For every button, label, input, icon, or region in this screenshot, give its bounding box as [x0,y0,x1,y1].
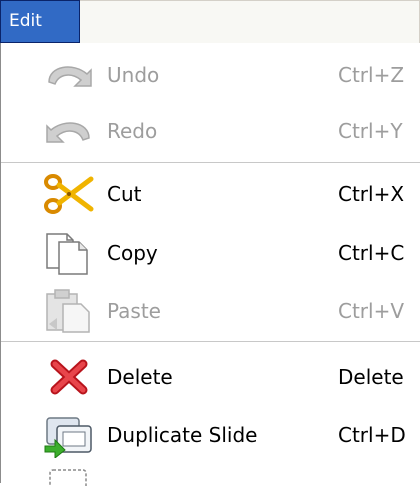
paste-icon [46,289,90,333]
menu-item-shortcut: Delete [338,365,404,389]
duplicate-slide-icon [44,417,92,458]
menu-bar: Edit [0,0,420,44]
edit-menu-dropdown: Undo Ctrl+Z Redo Ctrl+Y Cut Ctrl+X Copy [0,43,420,486]
menu-item-shortcut: Ctrl+Z [338,63,405,87]
menu-item-copy[interactable]: Copy Ctrl+C [1,225,420,281]
menu-item-label: Redo [107,119,158,143]
menu-item-shortcut: Ctrl+V [338,299,405,323]
menu-item-undo[interactable]: Undo Ctrl+Z [1,47,420,103]
menu-item-paste[interactable]: Paste Ctrl+V [1,283,420,339]
redo-icon [46,122,90,143]
menu-item-shortcut: Ctrl+X [338,182,405,206]
menu-item-label: Cut [107,182,142,206]
menu-item-label: Duplicate Slide [107,423,258,447]
menu-item-label: Delete [107,365,173,389]
next-item-icon-partial [49,469,87,486]
menu-item-cut[interactable]: Cut Ctrl+X [1,166,420,222]
copy-icon [46,233,88,275]
menu-item-shortcut: Ctrl+C [338,241,405,265]
edit-menu-title[interactable]: Edit [0,0,80,43]
menu-item-delete[interactable]: Delete Delete [1,349,420,405]
menu-item-redo[interactable]: Redo Ctrl+Y [1,103,420,159]
menu-item-shortcut: Ctrl+D [338,423,406,447]
menu-item-label: Copy [107,241,158,265]
menu-item-duplicate-slide[interactable]: Duplicate Slide Ctrl+D [1,407,420,463]
menu-item-label: Undo [107,63,160,87]
undo-icon [48,66,92,87]
delete-icon [50,359,88,395]
menu-separator [1,162,420,163]
menu-item-label: Paste [107,299,161,323]
menu-separator [1,341,420,342]
menu-bar-empty-area [80,0,420,44]
menu-item-shortcut: Ctrl+Y [338,119,403,143]
cut-icon [44,174,94,214]
